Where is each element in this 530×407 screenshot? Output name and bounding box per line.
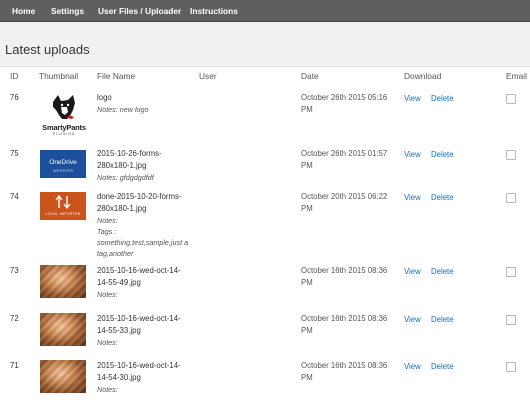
column-header-date[interactable]: Date [301, 71, 319, 81]
file-name-cell: done-2015-10-20-forms-280x180-1.jpg Note… [97, 191, 189, 259]
email-checkbox[interactable] [506, 150, 516, 160]
dog-logo-icon [53, 95, 75, 119]
file-name: 2015-10-16-wed-oct-14-14-55-49.jpg [97, 266, 181, 287]
file-notes: Notes: [97, 385, 118, 394]
file-notes: Notes: new logo [97, 105, 149, 114]
row-id: 74 [10, 192, 19, 201]
thumbnail-logo-text: SmartyPants [42, 123, 86, 132]
view-link[interactable]: View [404, 193, 421, 202]
email-checkbox[interactable] [506, 94, 516, 104]
delete-link[interactable]: Delete [431, 362, 454, 371]
file-name: 2015-10-26-forms-280x180-1.jpg [97, 149, 162, 170]
page-title: Latest uploads [5, 42, 90, 57]
smartypants-logo-thumbnail[interactable]: SmartyPants PLUGINS [40, 92, 88, 137]
email-checkbox[interactable] [506, 362, 516, 372]
file-name: 2015-10-16-wed-oct-14-14-55-33.jpg [97, 314, 181, 335]
view-link[interactable]: View [404, 94, 421, 103]
upload-date: October 26th 2015 01:57 PM [301, 149, 388, 170]
onedrive-importer-thumbnail[interactable]: OneDrive IMPORTER [40, 150, 86, 178]
upload-date: October 16th 2015 08:36 PM [301, 361, 388, 382]
up-down-arrows-icon [55, 194, 71, 210]
thumbnail-label: LOCAL IMPORTER [45, 212, 81, 216]
delete-link[interactable]: Delete [431, 315, 454, 324]
file-notes: Notes: [97, 216, 118, 225]
row-id: 71 [10, 361, 19, 370]
upload-date: October 26th 2015 05:16 PM [301, 93, 388, 114]
column-header-id[interactable]: ID [10, 71, 18, 81]
file-name: logo [97, 93, 112, 102]
file-name: done-2015-10-20-forms-280x180-1.jpg [97, 192, 182, 213]
column-header-user[interactable]: User [199, 71, 217, 81]
view-link[interactable]: View [404, 362, 421, 371]
file-name-cell: 2015-10-26-forms-280x180-1.jpg Notes: gf… [97, 148, 189, 183]
delete-link[interactable]: Delete [431, 150, 454, 159]
upload-date: October 16th 2015 08:36 PM [301, 314, 388, 335]
view-link[interactable]: View [404, 267, 421, 276]
row-id: 75 [10, 149, 19, 158]
nav-tab-user-files-uploader[interactable]: User Files / Uploader [98, 0, 181, 22]
delete-link[interactable]: Delete [431, 193, 454, 202]
file-name-cell: 2015-10-16-wed-oct-14-14-54-30.jpg Notes… [97, 360, 189, 395]
row-id: 73 [10, 266, 19, 275]
delete-link[interactable]: Delete [431, 94, 454, 103]
photo-thumbnail[interactable] [40, 360, 86, 393]
local-importer-thumbnail[interactable]: LOCAL IMPORTER [40, 192, 86, 220]
column-header-download: Download [404, 71, 442, 81]
column-header-thumbnail: Thumbnail [39, 71, 79, 81]
row-id: 76 [10, 93, 19, 102]
nav-tab-home[interactable]: Home [12, 0, 35, 22]
email-checkbox[interactable] [506, 267, 516, 277]
thumbnail-logo-subtext: PLUGINS [52, 132, 76, 136]
thumbnail-label: OneDrive [49, 159, 77, 166]
upload-date: October 20th 2015 06:22 PM [301, 192, 388, 213]
email-checkbox[interactable] [506, 193, 516, 203]
file-name-cell: 2015-10-16-wed-oct-14-14-55-49.jpg Notes… [97, 265, 189, 300]
file-notes: Notes: [97, 290, 118, 299]
file-name-cell: 2015-10-16-wed-oct-14-14-55-33.jpg Notes… [97, 313, 189, 348]
file-notes: Notes: gfdgdgdfdf [97, 173, 154, 182]
nav-tab-instructions[interactable]: Instructions [190, 0, 238, 22]
email-checkbox[interactable] [506, 315, 516, 325]
file-name: 2015-10-16-wed-oct-14-14-54-30.jpg [97, 361, 181, 382]
thumbnail-sublabel: IMPORTER [52, 169, 74, 173]
photo-thumbnail[interactable] [40, 265, 86, 298]
column-header-file-name[interactable]: File Name [97, 71, 135, 81]
row-id: 72 [10, 314, 19, 323]
view-link[interactable]: View [404, 315, 421, 324]
file-tags: Tags : something,test,sample,just a tag,… [97, 227, 189, 258]
file-notes: Notes: [97, 338, 118, 347]
view-link[interactable]: View [404, 150, 421, 159]
delete-link[interactable]: Delete [431, 267, 454, 276]
column-header-email: Email [506, 71, 527, 81]
photo-thumbnail[interactable] [40, 313, 86, 346]
nav-tab-settings[interactable]: Settings [51, 0, 84, 22]
top-nav-bar: Home Settings User Files / Uploader Inst… [0, 0, 530, 22]
file-name-cell: logo Notes: new logo [97, 92, 189, 115]
upload-date: October 16th 2015 08:36 PM [301, 266, 388, 287]
